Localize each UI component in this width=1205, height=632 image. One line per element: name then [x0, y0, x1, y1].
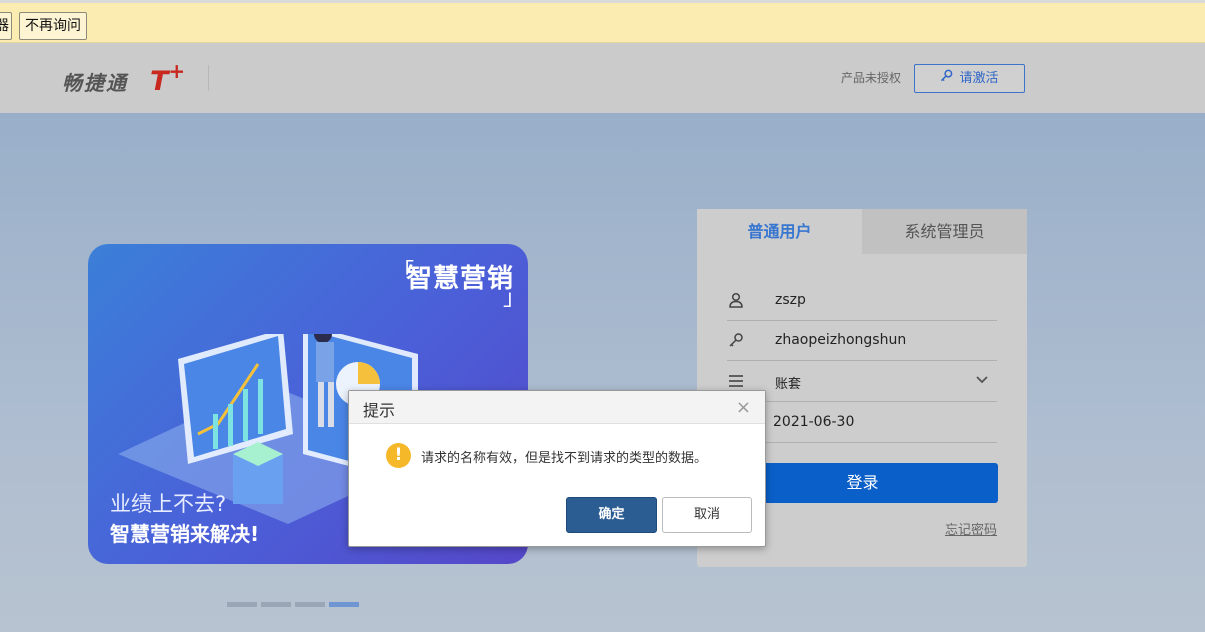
auth-status-text: 产品未授权: [841, 71, 902, 85]
date-field[interactable]: 2021-06-30: [727, 402, 997, 443]
dialog-header: 提示 ×: [349, 391, 765, 424]
logo-brand: T+: [150, 59, 186, 97]
username-field[interactable]: zszp: [727, 280, 997, 321]
partial-button[interactable]: 器: [0, 12, 12, 40]
cancel-button[interactable]: 取消: [662, 497, 752, 533]
account-set-select[interactable]: 账套: [727, 361, 997, 402]
exclamation-icon: !: [386, 443, 411, 468]
key-icon: [940, 65, 953, 92]
forgot-password-link[interactable]: 忘记密码: [945, 519, 997, 538]
login-tabs: 普通用户 系统管理员: [697, 209, 1027, 254]
login-button[interactable]: 登录: [727, 463, 998, 503]
alert-dialog: 提示 × ! 请求的名称有效，但是找不到请求的类型的数据。 确定 取消: [348, 390, 766, 547]
ok-button[interactable]: 确定: [566, 497, 657, 533]
carousel-dot[interactable]: [261, 602, 291, 607]
user-icon: [727, 292, 745, 310]
dialog-message: 请求的名称有效，但是找不到请求的类型的数据。: [421, 451, 708, 466]
password-field[interactable]: zhaopeizhongshun: [727, 320, 997, 361]
carousel-dot[interactable]: [295, 602, 325, 607]
no-ask-button[interactable]: 不再询问: [19, 12, 87, 40]
banner-line-2: 智慧营销来解决!: [110, 522, 260, 546]
carousel-dot[interactable]: [227, 602, 257, 607]
date-value: 2021-06-30: [773, 414, 855, 430]
tab-system-admin[interactable]: 系统管理员: [862, 209, 1027, 254]
chevron-down-icon: [975, 371, 989, 390]
info-bar: 器 不再询问: [0, 0, 1205, 43]
carousel-dot-active[interactable]: [329, 602, 359, 607]
account-set-value: 账套: [775, 377, 802, 392]
username-value: zszp: [775, 292, 806, 308]
password-value: zhaopeizhongshun: [775, 332, 907, 348]
dialog-title: 提示: [363, 401, 396, 420]
logo-divider: [208, 65, 209, 91]
key-icon: [727, 332, 745, 350]
tab-normal-user[interactable]: 普通用户: [697, 209, 862, 254]
banner-line-1: 业绩上不去?: [110, 492, 227, 516]
banner-title: 「 智慧营销 」: [391, 260, 526, 311]
menu-icon: [727, 373, 745, 391]
close-icon[interactable]: ×: [736, 397, 751, 418]
activate-button[interactable]: 请激活: [914, 64, 1025, 93]
carousel-indicators: [227, 592, 363, 607]
activate-label: 请激活: [959, 71, 999, 86]
header: 畅捷通 T+ 产品未授权 请激活: [0, 43, 1205, 113]
logo-text: 畅捷通: [62, 71, 128, 95]
